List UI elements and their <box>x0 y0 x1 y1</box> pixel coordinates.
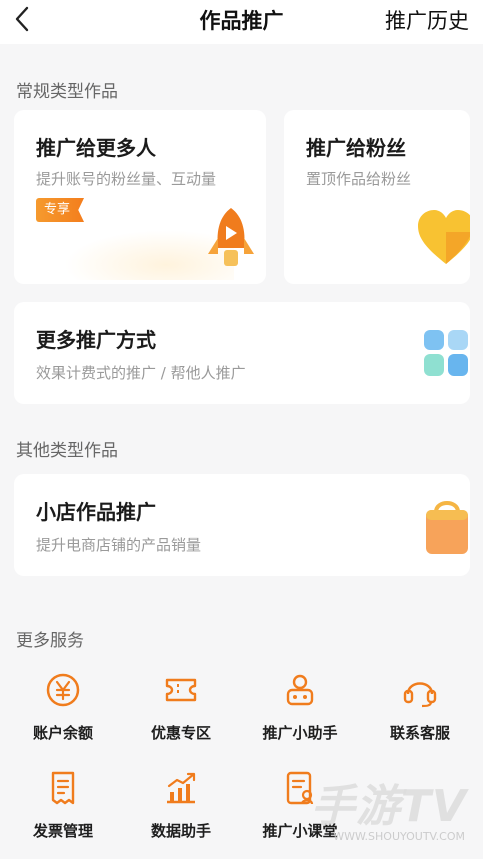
card-promote-to-fans[interactable]: 推广给粉丝 置顶作品给粉丝 <box>284 110 470 284</box>
card-title: 推广给更多人 <box>36 136 156 160</box>
section-title-regular: 常规类型作品 <box>16 82 118 102</box>
heart-icon <box>418 210 470 264</box>
data-chart-icon <box>167 772 196 804</box>
service-label: 推广小课堂 <box>262 822 338 840</box>
card-promote-more-people[interactable]: 推广给更多人 提升账号的粉丝量、互动量 专享 <box>14 110 266 284</box>
card-shop-promotion[interactable]: 小店作品推广 提升电商店铺的产品销量 <box>14 474 470 576</box>
classroom-icon <box>286 771 314 805</box>
service-discount-zone[interactable]: 优惠专区 <box>126 670 236 743</box>
shopping-bag-icon <box>426 501 468 554</box>
service-label: 联系客服 <box>389 724 450 742</box>
card-subtitle: 效果计费式的推广 / 帮他人推广 <box>36 364 246 382</box>
invoice-icon <box>51 771 75 805</box>
coupon-icon <box>165 678 197 702</box>
card-subtitle: 置顶作品给粉丝 <box>306 170 412 188</box>
service-label: 推广小助手 <box>262 724 338 742</box>
service-account-balance[interactable]: 账户余额 <box>8 670 118 743</box>
rocket-play-icon <box>208 208 254 266</box>
headset-icon <box>403 682 437 708</box>
yen-coin-icon <box>46 673 80 707</box>
card-title: 推广给粉丝 <box>306 136 406 160</box>
card-more-promotion-methods[interactable]: 更多推广方式 效果计费式的推广 / 帮他人推广 <box>14 302 470 404</box>
section-title-more-services: 更多服务 <box>16 631 84 651</box>
top-bar: 作品推广 推广历史 <box>0 0 483 44</box>
service-label: 发票管理 <box>32 822 93 840</box>
card-subtitle: 提升电商店铺的产品销量 <box>36 536 202 554</box>
service-data-assistant[interactable]: 数据助手 <box>126 768 236 841</box>
promotion-history-link[interactable]: 推广历史 <box>385 5 469 35</box>
service-invoice-management[interactable]: 发票管理 <box>8 768 118 841</box>
grid-apps-icon <box>424 330 468 376</box>
exclusive-badge: 专享 <box>36 198 85 222</box>
section-title-other: 其他类型作品 <box>16 441 118 461</box>
card-title: 更多推广方式 <box>36 328 156 352</box>
service-label: 数据助手 <box>150 822 211 840</box>
service-promotion-classroom[interactable]: 推广小课堂 <box>245 768 355 841</box>
service-label: 优惠专区 <box>150 724 211 742</box>
assistant-icon <box>286 674 314 706</box>
service-label: 账户余额 <box>32 724 93 742</box>
card-title: 小店作品推广 <box>36 500 156 524</box>
card-subtitle: 提升账号的粉丝量、互动量 <box>36 170 217 188</box>
service-promotion-assistant[interactable]: 推广小助手 <box>245 670 355 743</box>
service-contact-support[interactable]: 联系客服 <box>365 670 475 743</box>
